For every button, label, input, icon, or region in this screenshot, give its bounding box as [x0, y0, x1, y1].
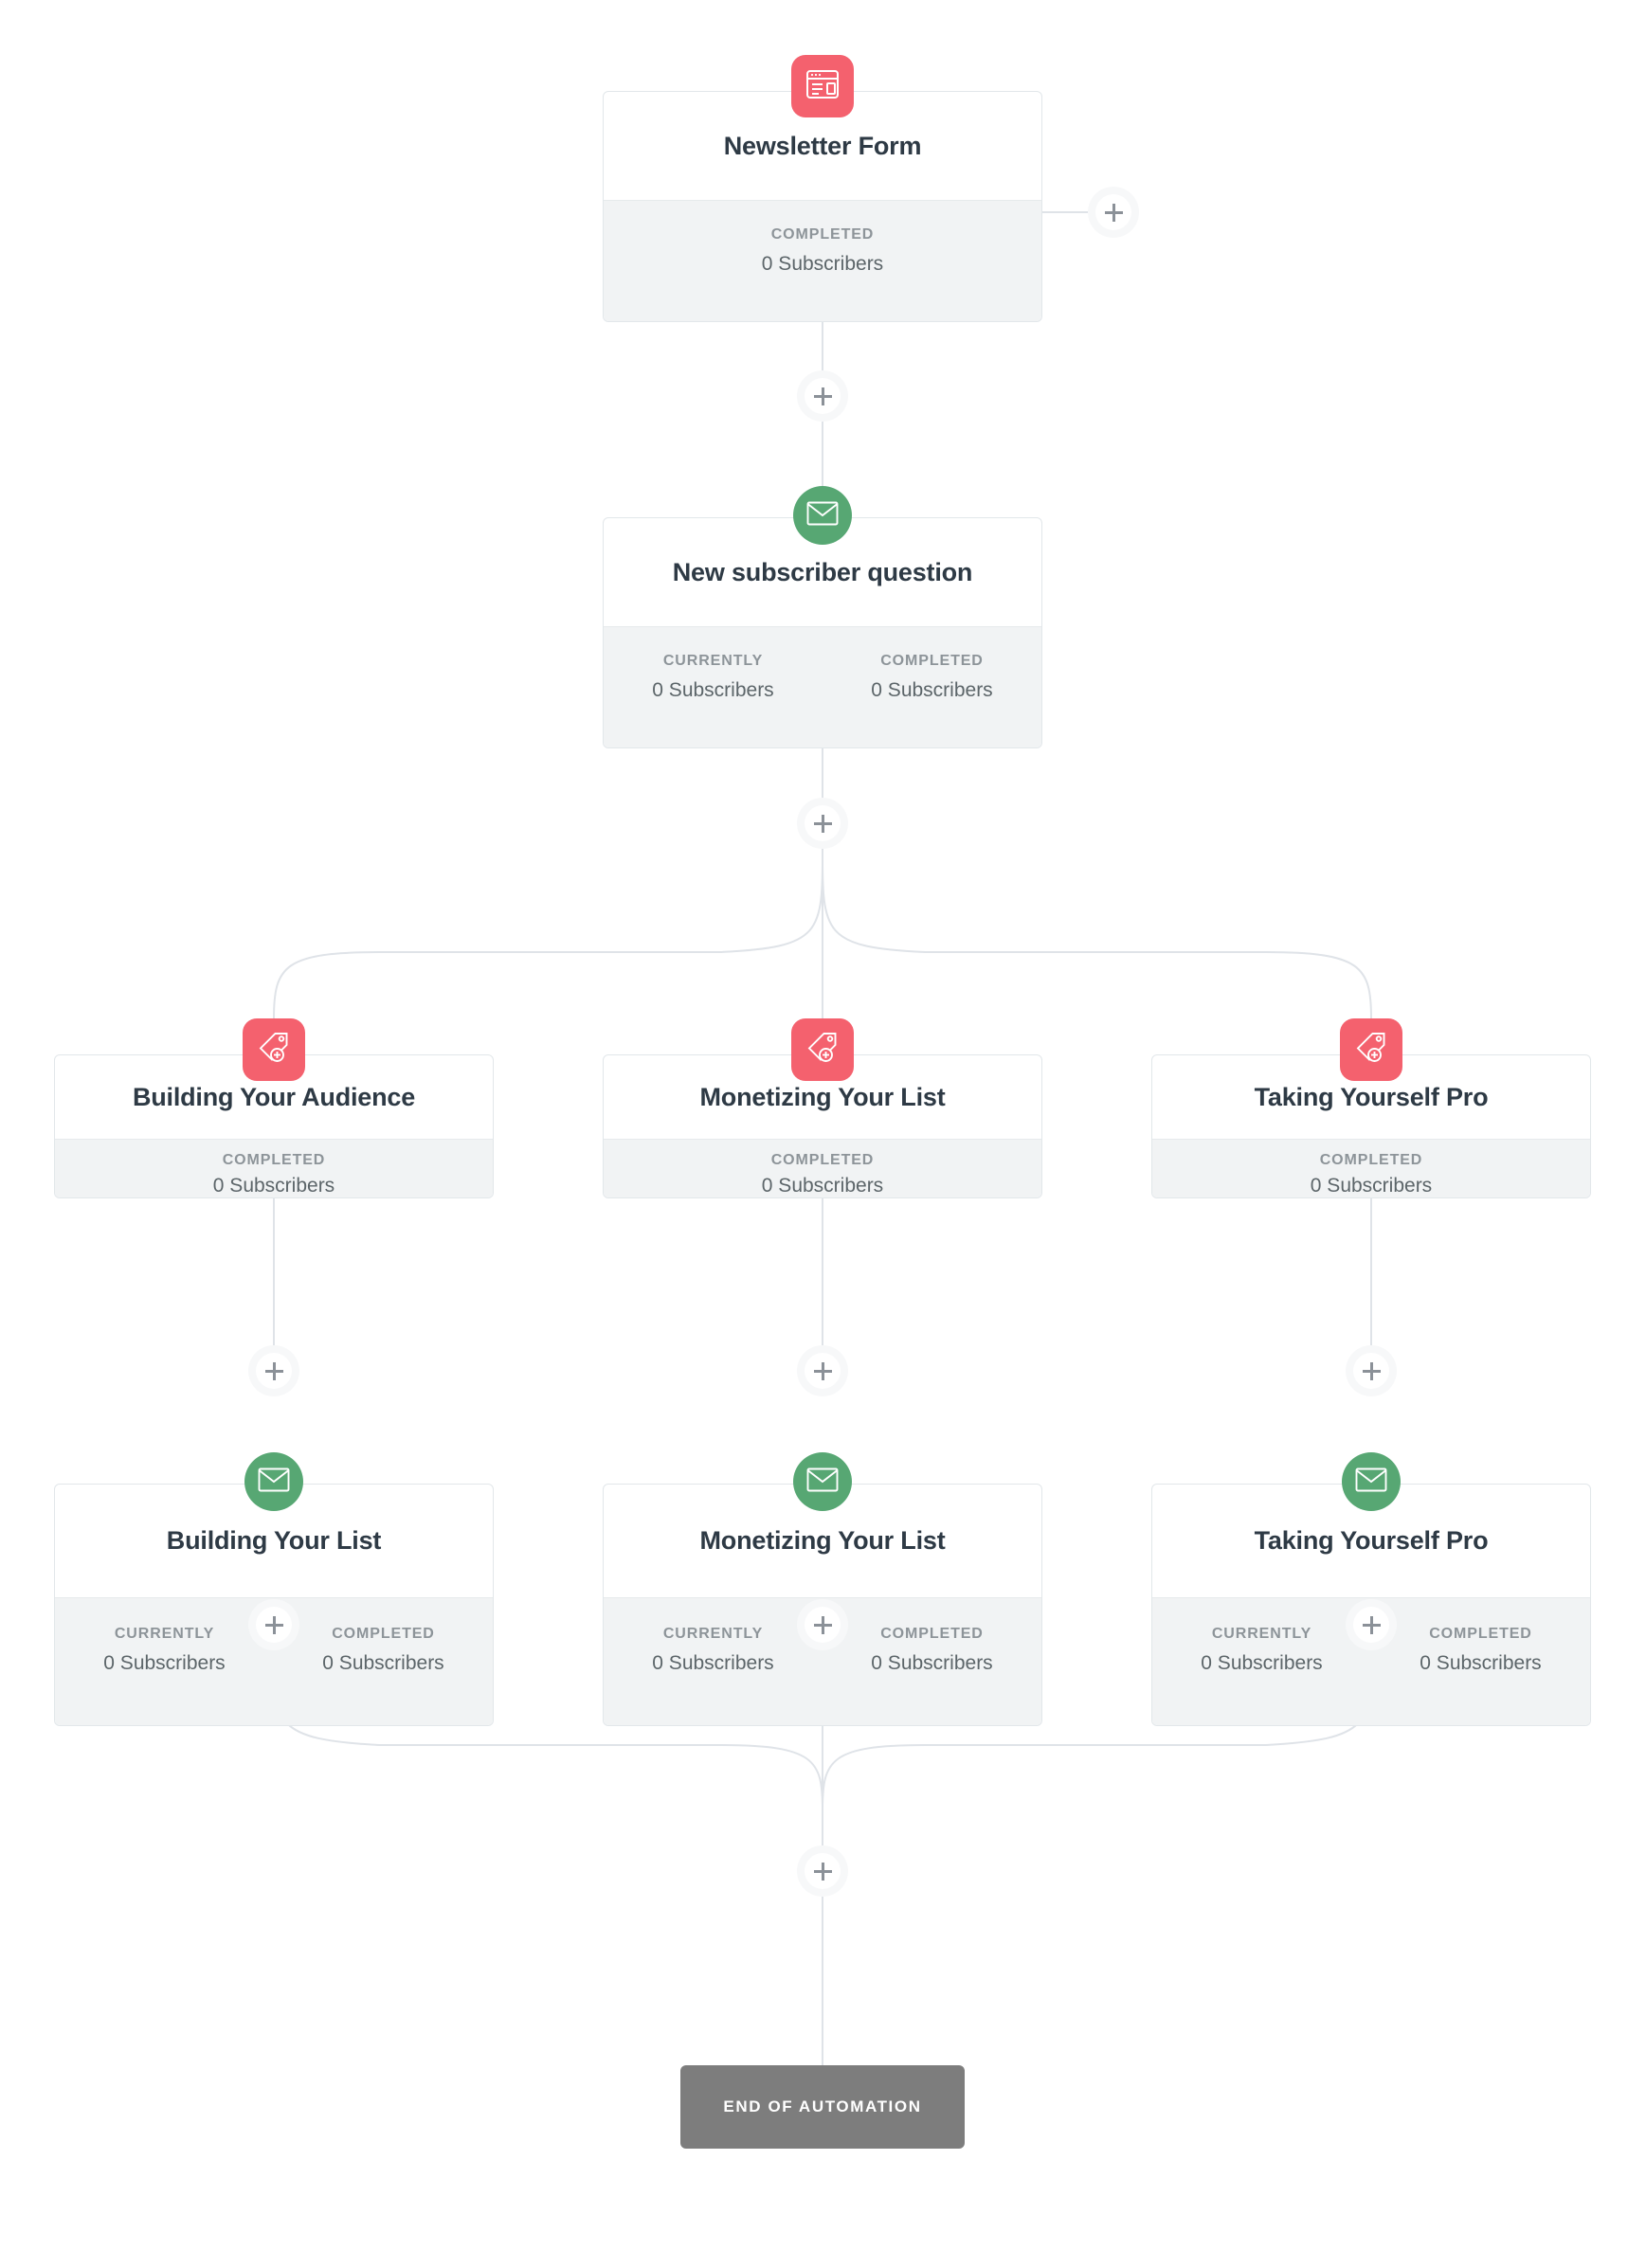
stat-value: 0 Subscribers [1310, 1175, 1433, 1197]
stat-currently: CURRENTLY 0 Subscribers [1152, 1626, 1371, 1675]
node-stats: COMPLETED 0 Subscribers [1152, 1139, 1590, 1197]
stat-completed: COMPLETED 0 Subscribers [823, 1626, 1041, 1675]
node-stats: CURRENTLY 0 Subscribers COMPLETED 0 Subs… [604, 626, 1041, 747]
stat-label: COMPLETED [770, 226, 875, 243]
tag-plus-icon [805, 1031, 840, 1070]
badge-email-building-your-list [244, 1452, 303, 1511]
plus-icon [813, 814, 832, 833]
automation-canvas: Newsletter Form COMPLETED 0 Subscribers … [0, 0, 1646, 2268]
node-stats: COMPLETED 0 Subscribers [55, 1139, 493, 1197]
badge-tag-taking-yourself-pro [1340, 1018, 1402, 1081]
stat-label: COMPLETED [1319, 1152, 1423, 1168]
stat-label: CURRENTLY [662, 1626, 764, 1642]
stat-label: COMPLETED [1429, 1626, 1532, 1642]
badge-tag-building-your-audience [243, 1018, 305, 1081]
plus-icon [264, 1361, 283, 1380]
add-step-button-form-right[interactable] [1088, 187, 1139, 238]
plus-icon [264, 1615, 283, 1634]
stat-label: COMPLETED [332, 1626, 435, 1642]
envelope-icon [258, 1467, 290, 1497]
tag-plus-icon [1354, 1031, 1388, 1070]
plus-icon [813, 387, 832, 405]
node-new-subscriber-question[interactable]: New subscriber question CURRENTLY 0 Subs… [603, 517, 1042, 748]
add-step-button-after-form[interactable] [797, 370, 848, 422]
node-newsletter-form[interactable]: Newsletter Form COMPLETED 0 Subscribers [603, 91, 1042, 322]
add-step-button-right-bottom[interactable] [1346, 1599, 1397, 1650]
badge-new-subscriber-question [793, 486, 852, 545]
add-step-button-center-bottom[interactable] [797, 1599, 848, 1650]
stat-value: 0 Subscribers [212, 1175, 335, 1197]
stat-value: 0 Subscribers [761, 253, 884, 275]
end-of-automation-bar: END OF AUTOMATION [680, 2065, 965, 2149]
stat-currently: CURRENTLY 0 Subscribers [604, 653, 823, 702]
stat-label: CURRENTLY [662, 653, 764, 669]
plus-icon [1362, 1615, 1381, 1634]
stat-completed: COMPLETED 0 Subscribers [274, 1626, 493, 1675]
stat-completed: COMPLETED 0 Subscribers [604, 1152, 1041, 1197]
envelope-icon [806, 501, 839, 531]
add-step-button-left-mid[interactable] [248, 1345, 299, 1396]
stat-value: 0 Subscribers [871, 679, 993, 701]
stat-label: CURRENTLY [1211, 1626, 1312, 1642]
envelope-icon [1355, 1467, 1387, 1497]
stat-value: 0 Subscribers [871, 1652, 993, 1674]
envelope-icon [806, 1467, 839, 1497]
plus-icon [1362, 1361, 1381, 1380]
stat-label: COMPLETED [222, 1152, 326, 1168]
badge-email-taking-yourself-pro [1342, 1452, 1401, 1511]
badge-email-monetizing-your-list [793, 1452, 852, 1511]
node-stats: COMPLETED 0 Subscribers [604, 1139, 1041, 1197]
node-stats: COMPLETED 0 Subscribers [604, 200, 1041, 321]
badge-newsletter-form [791, 55, 854, 117]
stat-currently: CURRENTLY 0 Subscribers [604, 1626, 823, 1675]
stat-value: 0 Subscribers [1420, 1652, 1542, 1674]
badge-tag-monetizing-your-list [791, 1018, 854, 1081]
stat-label: COMPLETED [770, 1152, 875, 1168]
add-step-button-right-mid[interactable] [1346, 1345, 1397, 1396]
stat-label: COMPLETED [880, 1626, 984, 1642]
stat-value: 0 Subscribers [652, 679, 774, 701]
plus-icon [1104, 203, 1123, 222]
add-step-button-center-mid[interactable] [797, 1345, 848, 1396]
end-of-automation-label: END OF AUTOMATION [723, 2097, 922, 2115]
stat-completed: COMPLETED 0 Subscribers [604, 226, 1041, 276]
plus-icon [813, 1615, 832, 1634]
stat-value: 0 Subscribers [322, 1652, 444, 1674]
stat-currently: CURRENTLY 0 Subscribers [55, 1626, 274, 1675]
stat-completed: COMPLETED 0 Subscribers [1152, 1152, 1590, 1197]
add-step-button-branch[interactable] [797, 798, 848, 849]
add-step-button-merge[interactable] [797, 1845, 848, 1897]
stat-value: 0 Subscribers [103, 1652, 226, 1674]
stat-value: 0 Subscribers [652, 1652, 774, 1674]
plus-icon [813, 1361, 832, 1380]
stat-value: 0 Subscribers [1201, 1652, 1323, 1674]
stat-label: COMPLETED [880, 653, 984, 669]
browser-form-icon [805, 69, 840, 104]
plus-icon [813, 1862, 832, 1881]
stat-completed: COMPLETED 0 Subscribers [823, 653, 1041, 702]
stat-completed: COMPLETED 0 Subscribers [1371, 1626, 1590, 1675]
stat-value: 0 Subscribers [761, 1175, 884, 1197]
tag-plus-icon [257, 1031, 291, 1070]
stat-label: CURRENTLY [114, 1626, 215, 1642]
stat-completed: COMPLETED 0 Subscribers [55, 1152, 493, 1197]
add-step-button-left-bottom[interactable] [248, 1599, 299, 1650]
